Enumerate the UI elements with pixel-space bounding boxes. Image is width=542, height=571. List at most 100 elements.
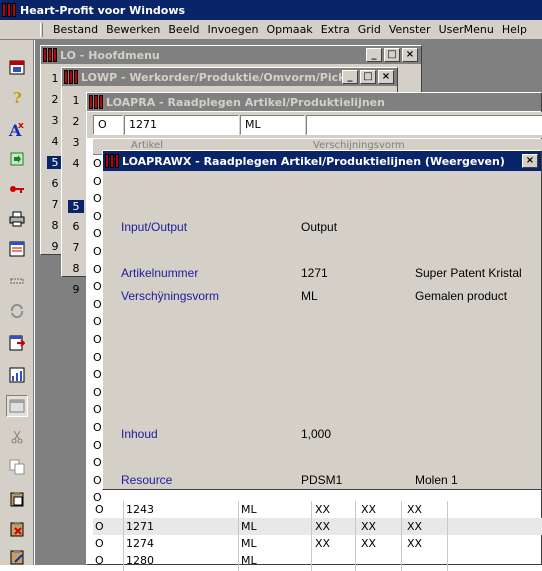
filter-io-field[interactable]: O [93,115,123,135]
menu-number[interactable]: 6 [68,220,84,233]
cell-vorm: ML [241,554,257,567]
artikel-description: Super Patent Kristal [415,266,522,280]
werkorder-title: LOWP - Werkorder/Produktie/Omvorm/Pick..… [81,70,359,84]
cell-flag: XX [361,503,377,516]
table-row[interactable]: O 1274 ML XX XX XX [93,535,542,552]
refresh-icon[interactable] [6,300,28,322]
maximize-button[interactable]: □ [384,48,400,62]
printer-icon[interactable] [6,208,28,230]
font-delete-icon[interactable]: Ax [6,118,28,140]
cell-artikel: 1274 [126,537,154,550]
copy-icon[interactable] [6,456,28,478]
menu-venster[interactable]: Venster [385,23,435,36]
cell-io: O [95,520,104,533]
menu-bewerken[interactable]: Bewerken [102,23,164,36]
minimize-button[interactable]: _ [366,48,382,62]
werkorder-number-column: 1 2 3 4 5 6 7 8 9 [68,94,84,296]
window-icon[interactable] [6,395,28,417]
scissors-icon[interactable] [6,426,28,448]
cell-artikel: 1271 [126,520,154,533]
dialog-close-button[interactable]: × [522,154,538,168]
menu-number[interactable]: 7 [68,241,84,254]
menu-number-selected[interactable]: 5 [68,200,84,213]
cell-flag: XX [361,537,377,550]
filter-rest-field[interactable] [306,115,542,135]
inhoud-value: 1,000 [301,427,332,441]
hoofdmenu-titlebar[interactable]: LO - Hoofdmenu [41,46,421,64]
hoofdmenu-title: LO - Hoofdmenu [60,48,160,62]
resource-description: Molen 1 [415,473,458,487]
menu-grid[interactable]: Grid [354,23,385,36]
cell-flag: XX [407,537,423,550]
dotted-box-icon[interactable] [6,270,28,292]
app-title: Heart-Profit voor Windows [20,3,186,17]
dialog-weergeven: LOAPRAWX - Raadplegen Artikel/Produktiel… [102,150,542,490]
form-icon[interactable] [6,238,28,260]
table-row[interactable]: O 1243 ML XX XX XX [93,501,542,518]
menu-beeld[interactable]: Beeld [164,23,203,36]
menu-usermenu[interactable]: UserMenu [435,23,498,36]
cell-flag: XX [407,503,423,516]
menubar-grip[interactable] [40,22,43,37]
verschijningsvorm-label: Verschÿningsvorm [121,289,220,303]
raadplegen-titlebar[interactable]: LOAPRA - Raadplegen Artikel/Produktielij… [87,93,541,111]
maximize-button[interactable]: □ [360,70,376,84]
menu-help[interactable]: Help [498,23,531,36]
cell-artikel: 1280 [126,554,154,567]
close-button[interactable]: × [402,48,418,62]
cell-io: O [95,503,104,516]
window-logo-icon [105,154,119,168]
filter-artikel-field[interactable]: 1271 [124,115,239,135]
menu-number[interactable]: 1 [68,94,84,107]
io-value: Output [301,220,338,234]
close-button[interactable]: × [378,70,394,84]
window-logo-icon [89,95,103,109]
cell-flag: XX [315,503,331,516]
window-logo-icon [43,48,57,62]
cell-vorm: ML [241,520,257,533]
menu-opmaak[interactable]: Opmaak [262,23,316,36]
verschijningsvorm-value: ML [301,289,318,303]
export-icon[interactable] [6,332,28,354]
calendar-icon[interactable] [6,56,28,78]
svg-text:x: x [18,121,24,131]
dialog-titlebar[interactable]: LOAPRAWX - Raadplegen Artikel/Produktiel… [103,151,541,171]
menu-number[interactable]: 2 [68,115,84,128]
resource-label: Resource [121,473,173,487]
filter-vorm-field[interactable]: ML [240,115,305,135]
clipboard-icon[interactable] [6,488,28,510]
help-icon[interactable]: ? [6,86,28,108]
key-icon[interactable] [6,178,28,200]
menubar: Bestand Bewerken Beeld Invoegen Opmaak E… [0,20,542,40]
result-table: O 1243 ML XX XX XX O 1271 ML XX XX XX O … [93,501,542,571]
app-logo-icon [2,3,16,17]
cell-artikel: 1243 [126,503,154,516]
cell-vorm: ML [241,537,257,550]
report-chart-icon[interactable] [6,364,28,386]
artikelnummer-value: 1271 [301,266,328,280]
minimize-button[interactable]: _ [342,70,358,84]
menu-number[interactable]: 4 [68,157,84,170]
menu-invoegen[interactable]: Invoegen [204,23,263,36]
svg-text:?: ? [13,89,22,105]
clipboard-delete-icon[interactable] [6,518,28,540]
app-titlebar: Heart-Profit voor Windows [0,0,542,20]
vorm-description: Gemalen product [415,289,508,303]
cell-flag: XX [361,520,377,533]
resource-value: PDSM1 [301,473,343,487]
table-row[interactable]: O 1271 ML XX XX XX [93,518,542,535]
cell-flag: XX [407,520,423,533]
window-logo-icon [64,70,78,84]
cell-vorm: ML [241,503,257,516]
menu-number[interactable]: 8 [68,262,84,275]
cell-io: O [95,537,104,550]
menu-extra[interactable]: Extra [317,23,354,36]
table-row[interactable]: O 1280 ML [93,552,542,569]
menu-bestand[interactable]: Bestand [49,23,102,36]
filter-bar: O 1271 ML [87,112,542,138]
raadplegen-title: LOAPRA - Raadplegen Artikel/Produktielij… [106,95,385,109]
menu-number[interactable]: 3 [68,136,84,149]
artikelnummer-label: Artikelnummer [121,266,199,280]
menu-number[interactable]: 9 [68,283,84,296]
document-transfer-icon[interactable] [6,148,28,170]
